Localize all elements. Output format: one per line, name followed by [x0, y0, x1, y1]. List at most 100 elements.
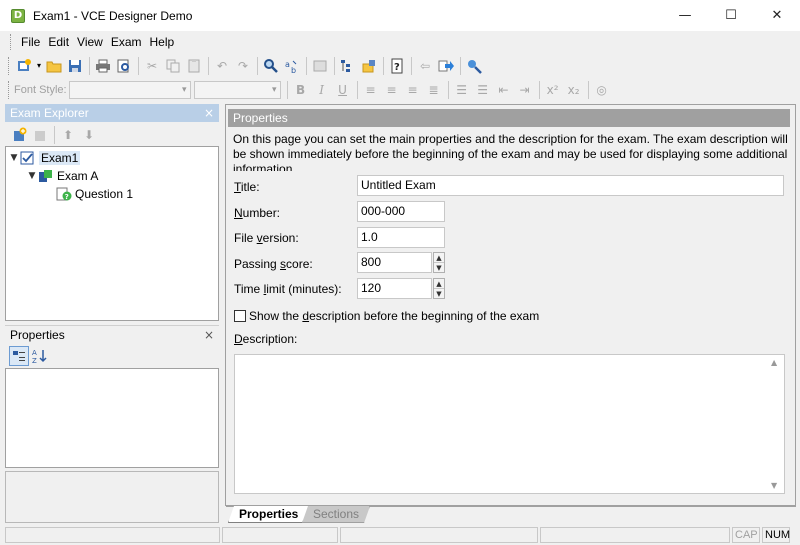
subscript-icon[interactable]: x₂: [564, 80, 584, 100]
replace-icon[interactable]: ab: [282, 56, 302, 76]
number-input[interactable]: 000-000: [357, 201, 445, 222]
image-icon[interactable]: [310, 56, 330, 76]
tab-properties[interactable]: Properties: [228, 506, 309, 523]
properties-toolbar: AZ: [5, 345, 219, 367]
toolbar-separator: [286, 80, 288, 99]
remove-item-icon[interactable]: [30, 125, 50, 145]
description-scrollbar[interactable]: ▲ ▼: [767, 355, 784, 493]
description-textarea[interactable]: ▲ ▼: [234, 354, 785, 494]
property-grid[interactable]: [5, 368, 219, 468]
menu-exam[interactable]: Exam: [107, 35, 146, 49]
superscript-icon[interactable]: x²: [543, 80, 563, 100]
outline-icon[interactable]: [338, 56, 358, 76]
menubar-grip: [10, 34, 13, 50]
exam-tree: ▼ Exam1 ▼ Exam A ? Question 1: [5, 146, 219, 321]
bullet-list-icon[interactable]: ☰: [473, 80, 493, 100]
cut-icon[interactable]: ✂: [142, 56, 162, 76]
open-folder-icon[interactable]: [44, 56, 64, 76]
align-right-icon[interactable]: ≡: [403, 80, 423, 100]
toolbar-separator: [538, 80, 540, 99]
section-icon: [38, 169, 54, 183]
align-justify-icon[interactable]: ≣: [424, 80, 444, 100]
passing-score-input[interactable]: 800: [357, 252, 432, 273]
underline-icon[interactable]: U: [333, 80, 353, 100]
close-window-button[interactable]: ✕: [754, 0, 800, 31]
spin-up-icon[interactable]: ▲: [434, 279, 444, 289]
exam-properties-icon[interactable]: [359, 56, 379, 76]
sort-alphabetical-icon[interactable]: AZ: [30, 346, 50, 366]
menu-file[interactable]: File: [17, 35, 44, 49]
categorized-icon[interactable]: [9, 346, 29, 366]
title-label: Title:: [234, 180, 260, 194]
tree-toggle-icon[interactable]: ▼: [8, 153, 20, 163]
font-size-select[interactable]: [193, 80, 281, 99]
page-tabs: Properties Sections: [226, 506, 796, 523]
spin-down-icon[interactable]: ▼: [434, 263, 444, 273]
help-icon[interactable]: ?: [387, 56, 407, 76]
color-icon[interactable]: ◎: [592, 80, 612, 100]
italic-icon[interactable]: I: [312, 80, 332, 100]
svg-text:a: a: [285, 60, 290, 69]
font-style-select[interactable]: [68, 80, 191, 99]
scroll-down-icon[interactable]: ▼: [771, 481, 777, 490]
close-icon[interactable]: ×: [204, 328, 214, 342]
import-icon[interactable]: ⇦: [415, 56, 435, 76]
show-description-row[interactable]: Show the description before the beginnin…: [234, 309, 539, 323]
menu-help[interactable]: Help: [146, 35, 179, 49]
spin-up-icon[interactable]: ▲: [434, 253, 444, 263]
export-icon[interactable]: [436, 56, 456, 76]
print-preview-icon[interactable]: [114, 56, 134, 76]
tree-item-exam-a[interactable]: ▼ Exam A: [6, 167, 218, 185]
scroll-up-icon[interactable]: ▲: [771, 358, 777, 367]
tree-item-question-1[interactable]: ? Question 1: [6, 185, 218, 203]
property-description-box: [5, 471, 219, 523]
window-title: Exam1 - VCE Designer Demo: [33, 8, 193, 23]
title-input[interactable]: Untitled Exam: [357, 175, 784, 196]
time-limit-input[interactable]: 120: [357, 278, 432, 299]
save-icon[interactable]: [65, 56, 85, 76]
outdent-icon[interactable]: ⇤: [494, 80, 514, 100]
undo-icon[interactable]: ↶: [212, 56, 232, 76]
align-left-icon[interactable]: ≡: [361, 80, 381, 100]
tab-sections[interactable]: Sections: [302, 506, 370, 523]
minimize-button[interactable]: —: [662, 0, 708, 31]
add-item-icon[interactable]: [9, 125, 29, 145]
bold-icon[interactable]: B: [291, 80, 311, 100]
redo-icon[interactable]: ↷: [233, 56, 253, 76]
main-toolbar: ▾ ✂ ↶ ↷ ab ? ⇦: [0, 53, 800, 78]
paste-icon[interactable]: [184, 56, 204, 76]
menu-edit[interactable]: Edit: [44, 35, 73, 49]
dropdown-arrow-icon[interactable]: ▾: [35, 56, 43, 76]
svg-text:?: ?: [65, 193, 69, 201]
passing-score-spinner[interactable]: ▲ ▼: [433, 252, 445, 273]
tree-toggle-icon[interactable]: ▼: [26, 171, 38, 181]
indent-icon[interactable]: ⇥: [515, 80, 535, 100]
file-version-input[interactable]: 1.0: [357, 227, 445, 248]
move-up-icon[interactable]: ⬆: [58, 125, 78, 145]
toolbar-separator: [306, 56, 307, 75]
toolbar-separator: [334, 56, 335, 75]
spin-down-icon[interactable]: ▼: [434, 289, 444, 299]
move-down-icon[interactable]: ⬇: [79, 125, 99, 145]
copy-icon[interactable]: [163, 56, 183, 76]
time-limit-spinner[interactable]: ▲ ▼: [433, 278, 445, 299]
menu-bar: File Edit View Exam Help: [0, 31, 800, 53]
menu-view[interactable]: View: [73, 35, 107, 49]
find-icon[interactable]: [261, 56, 281, 76]
time-limit-label: Time limit (minutes):: [234, 282, 342, 296]
title-bar: D Exam1 - VCE Designer Demo — ☐ ✕: [0, 0, 800, 31]
align-center-icon[interactable]: ≡: [382, 80, 402, 100]
new-exam-icon[interactable]: [14, 56, 34, 76]
test-exam-icon[interactable]: [464, 56, 484, 76]
toolbar-separator: [54, 126, 55, 144]
maximize-button[interactable]: ☐: [708, 0, 754, 31]
print-icon[interactable]: [93, 56, 113, 76]
svg-text:Z: Z: [32, 357, 37, 364]
status-pane: [222, 526, 338, 543]
show-description-checkbox[interactable]: [234, 310, 246, 322]
status-pane: [340, 526, 538, 543]
close-icon[interactable]: ×: [204, 106, 214, 120]
tree-item-exam1[interactable]: ▼ Exam1: [6, 149, 218, 167]
numbered-list-icon[interactable]: ☰: [452, 80, 472, 100]
status-pane: [5, 526, 220, 543]
